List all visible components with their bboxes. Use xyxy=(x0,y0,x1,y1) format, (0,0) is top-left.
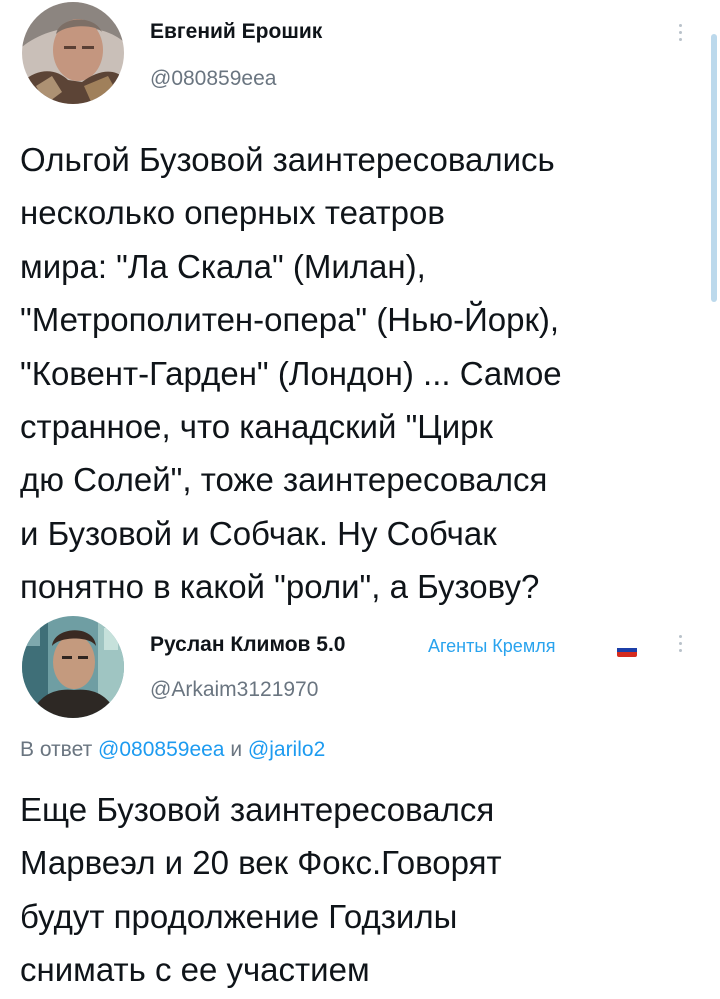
russian-flag-icon xyxy=(617,643,637,657)
reply-conjunction: и xyxy=(230,738,243,761)
vertical-dots-icon[interactable] xyxy=(676,635,684,659)
author-handle[interactable]: @Arkaim3121970 xyxy=(150,678,318,702)
tweet-text: Ольгой Бузовой заинтересовались нескольк… xyxy=(20,141,562,606)
author-name[interactable]: Евгений Ерошик xyxy=(150,20,322,44)
tweet-text: Еще Бузовой заинтересовался Марвеэл и 20… xyxy=(20,791,502,989)
author-avatar[interactable] xyxy=(22,616,124,718)
mention-link[interactable]: @jarilo2 xyxy=(248,738,325,761)
author-avatar[interactable] xyxy=(22,2,124,104)
tweet[interactable]: Евгений Ерошик @080859eea Ольгой Бузовой… xyxy=(0,0,720,612)
reply-prefix: В ответ xyxy=(20,738,93,761)
author-name[interactable]: Руслан Климов 5.0 xyxy=(150,633,345,657)
vertical-dots-icon[interactable] xyxy=(676,24,684,48)
author-handle[interactable]: @080859eea xyxy=(150,67,276,91)
badge-label: Агенты Кремля xyxy=(428,636,556,656)
mention-link[interactable]: @080859eea xyxy=(98,738,224,761)
reply-to-line: В ответ @080859eea и @jarilo2 xyxy=(20,738,325,762)
tweet[interactable]: Руслан Климов 5.0 Агенты Кремля @Arkaim3… xyxy=(0,612,720,999)
